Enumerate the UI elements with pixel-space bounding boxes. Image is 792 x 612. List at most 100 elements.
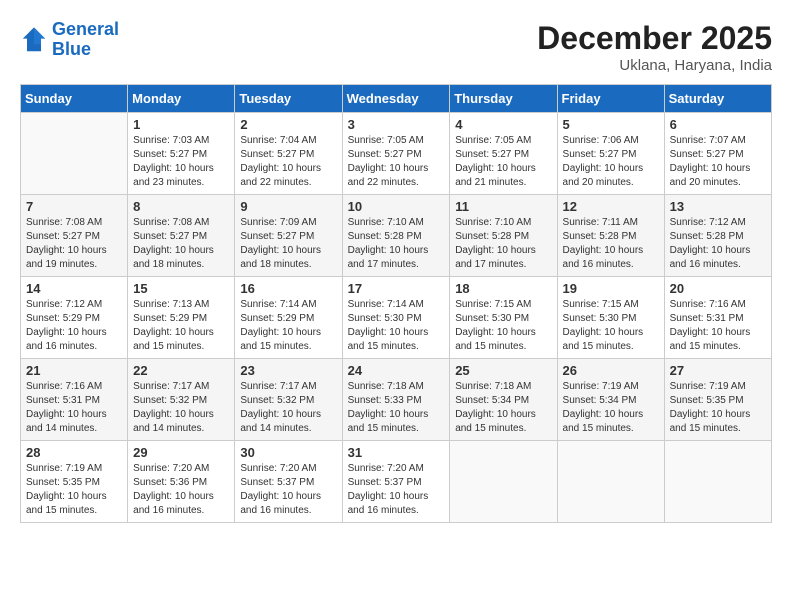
day-info: Sunrise: 7:13 AMSunset: 5:29 PMDaylight:… bbox=[133, 298, 229, 354]
day-info: Sunrise: 7:19 AMSunset: 5:35 PMDaylight:… bbox=[26, 462, 122, 518]
day-number: 1 bbox=[133, 117, 229, 132]
day-number: 27 bbox=[670, 363, 766, 378]
day-cell: 23 Sunrise: 7:17 AMSunset: 5:32 PMDayligh… bbox=[235, 359, 342, 441]
week-row-1: 1 Sunrise: 7:03 AMSunset: 5:27 PMDaylight… bbox=[21, 113, 772, 195]
day-info: Sunrise: 7:20 AMSunset: 5:37 PMDaylight:… bbox=[348, 462, 445, 518]
day-info: Sunrise: 7:19 AMSunset: 5:34 PMDaylight:… bbox=[563, 380, 659, 436]
logo: General Blue bbox=[20, 20, 119, 60]
page-header: General Blue December 2025 Uklana, Harya… bbox=[20, 20, 772, 74]
calendar-table: SundayMondayTuesdayWednesdayThursdayFrid… bbox=[20, 84, 772, 523]
day-cell: 18Sunrise: 7:15 AMSunset: 5:30 PMDayligh… bbox=[450, 277, 557, 359]
header-monday: Monday bbox=[128, 85, 235, 113]
day-info: Sunrise: 7:19 AMSunset: 5:35 PMDaylight:… bbox=[670, 380, 766, 436]
header-wednesday: Wednesday bbox=[342, 85, 450, 113]
day-cell bbox=[21, 113, 128, 195]
day-info: Sunrise: 7:04 AMSunset: 5:27 PMDaylight:… bbox=[240, 134, 336, 190]
header-saturday: Saturday bbox=[664, 85, 771, 113]
day-number: 8 bbox=[133, 199, 229, 214]
day-number: 22 bbox=[133, 363, 229, 378]
day-number: 3 bbox=[348, 117, 445, 132]
week-row-5: 28 Sunrise: 7:19 AMSunset: 5:35 PMDayligh… bbox=[21, 441, 772, 523]
day-info: Sunrise: 7:10 AMSunset: 5:28 PMDaylight:… bbox=[455, 216, 551, 272]
day-cell: 9 Sunrise: 7:09 AMSunset: 5:27 PMDaylight… bbox=[235, 195, 342, 277]
week-row-3: 14 Sunrise: 7:12 AMSunset: 5:29 PMDayligh… bbox=[21, 277, 772, 359]
day-number: 20 bbox=[670, 281, 766, 296]
day-number: 6 bbox=[670, 117, 766, 132]
day-number: 17 bbox=[348, 281, 445, 296]
day-cell: 3 Sunrise: 7:05 AMSunset: 5:27 PMDaylight… bbox=[342, 113, 450, 195]
day-cell: 24 Sunrise: 7:18 AMSunset: 5:33 PMDayligh… bbox=[342, 359, 450, 441]
header-thursday: Thursday bbox=[450, 85, 557, 113]
day-cell: 28 Sunrise: 7:19 AMSunset: 5:35 PMDayligh… bbox=[21, 441, 128, 523]
day-number: 9 bbox=[240, 199, 336, 214]
day-cell: 16 Sunrise: 7:14 AMSunset: 5:29 PMDayligh… bbox=[235, 277, 342, 359]
day-info: Sunrise: 7:17 AMSunset: 5:32 PMDaylight:… bbox=[240, 380, 336, 436]
day-info: Sunrise: 7:18 AMSunset: 5:33 PMDaylight:… bbox=[348, 380, 445, 436]
day-cell: 13Sunrise: 7:12 AMSunset: 5:28 PMDayligh… bbox=[664, 195, 771, 277]
day-number: 24 bbox=[348, 363, 445, 378]
day-info: Sunrise: 7:11 AMSunset: 5:28 PMDaylight:… bbox=[563, 216, 659, 272]
day-info: Sunrise: 7:15 AMSunset: 5:30 PMDaylight:… bbox=[455, 298, 551, 354]
day-info: Sunrise: 7:12 AMSunset: 5:28 PMDaylight:… bbox=[670, 216, 766, 272]
day-cell: 14 Sunrise: 7:12 AMSunset: 5:29 PMDayligh… bbox=[21, 277, 128, 359]
day-info: Sunrise: 7:14 AMSunset: 5:30 PMDaylight:… bbox=[348, 298, 445, 354]
day-info: Sunrise: 7:20 AMSunset: 5:37 PMDaylight:… bbox=[240, 462, 336, 518]
header-sunday: Sunday bbox=[21, 85, 128, 113]
day-info: Sunrise: 7:16 AMSunset: 5:31 PMDaylight:… bbox=[26, 380, 122, 436]
day-cell bbox=[557, 441, 664, 523]
day-number: 16 bbox=[240, 281, 336, 296]
day-number: 31 bbox=[348, 445, 445, 460]
day-cell: 22Sunrise: 7:17 AMSunset: 5:32 PMDayligh… bbox=[128, 359, 235, 441]
day-cell: 1 Sunrise: 7:03 AMSunset: 5:27 PMDaylight… bbox=[128, 113, 235, 195]
day-cell: 19 Sunrise: 7:15 AMSunset: 5:30 PMDayligh… bbox=[557, 277, 664, 359]
day-cell: 2Sunrise: 7:04 AMSunset: 5:27 PMDaylight… bbox=[235, 113, 342, 195]
day-number: 28 bbox=[26, 445, 122, 460]
day-info: Sunrise: 7:16 AMSunset: 5:31 PMDaylight:… bbox=[670, 298, 766, 354]
day-number: 4 bbox=[455, 117, 551, 132]
day-cell: 5Sunrise: 7:06 AMSunset: 5:27 PMDaylight… bbox=[557, 113, 664, 195]
day-cell: 6 Sunrise: 7:07 AMSunset: 5:27 PMDaylight… bbox=[664, 113, 771, 195]
day-info: Sunrise: 7:06 AMSunset: 5:27 PMDaylight:… bbox=[563, 134, 659, 190]
day-cell: 8 Sunrise: 7:08 AMSunset: 5:27 PMDaylight… bbox=[128, 195, 235, 277]
day-cell: 30Sunrise: 7:20 AMSunset: 5:37 PMDayligh… bbox=[235, 441, 342, 523]
logo-icon bbox=[20, 26, 48, 54]
logo-text: General Blue bbox=[52, 20, 119, 60]
day-cell: 27 Sunrise: 7:19 AMSunset: 5:35 PMDayligh… bbox=[664, 359, 771, 441]
day-cell: 10Sunrise: 7:10 AMSunset: 5:28 PMDayligh… bbox=[342, 195, 450, 277]
day-info: Sunrise: 7:05 AMSunset: 5:27 PMDaylight:… bbox=[455, 134, 551, 190]
day-cell: 7 Sunrise: 7:08 AMSunset: 5:27 PMDaylight… bbox=[21, 195, 128, 277]
day-info: Sunrise: 7:14 AMSunset: 5:29 PMDaylight:… bbox=[240, 298, 336, 354]
day-cell: 17 Sunrise: 7:14 AMSunset: 5:30 PMDayligh… bbox=[342, 277, 450, 359]
day-number: 14 bbox=[26, 281, 122, 296]
day-info: Sunrise: 7:18 AMSunset: 5:34 PMDaylight:… bbox=[455, 380, 551, 436]
week-row-2: 7 Sunrise: 7:08 AMSunset: 5:27 PMDaylight… bbox=[21, 195, 772, 277]
day-cell: 20 Sunrise: 7:16 AMSunset: 5:31 PMDayligh… bbox=[664, 277, 771, 359]
day-cell: 12 Sunrise: 7:11 AMSunset: 5:28 PMDayligh… bbox=[557, 195, 664, 277]
day-number: 23 bbox=[240, 363, 336, 378]
day-cell: 29Sunrise: 7:20 AMSunset: 5:36 PMDayligh… bbox=[128, 441, 235, 523]
day-info: Sunrise: 7:09 AMSunset: 5:27 PMDaylight:… bbox=[240, 216, 336, 272]
day-info: Sunrise: 7:20 AMSunset: 5:36 PMDaylight:… bbox=[133, 462, 229, 518]
location: Uklana, Haryana, India bbox=[537, 57, 772, 74]
day-cell bbox=[450, 441, 557, 523]
day-info: Sunrise: 7:05 AMSunset: 5:27 PMDaylight:… bbox=[348, 134, 445, 190]
day-info: Sunrise: 7:08 AMSunset: 5:27 PMDaylight:… bbox=[133, 216, 229, 272]
day-info: Sunrise: 7:07 AMSunset: 5:27 PMDaylight:… bbox=[670, 134, 766, 190]
day-cell: 11Sunrise: 7:10 AMSunset: 5:28 PMDayligh… bbox=[450, 195, 557, 277]
calendar-header-row: SundayMondayTuesdayWednesdayThursdayFrid… bbox=[21, 85, 772, 113]
day-cell: 21Sunrise: 7:16 AMSunset: 5:31 PMDayligh… bbox=[21, 359, 128, 441]
day-cell: 26Sunrise: 7:19 AMSunset: 5:34 PMDayligh… bbox=[557, 359, 664, 441]
day-cell: 4 Sunrise: 7:05 AMSunset: 5:27 PMDaylight… bbox=[450, 113, 557, 195]
day-cell bbox=[664, 441, 771, 523]
day-number: 7 bbox=[26, 199, 122, 214]
day-info: Sunrise: 7:12 AMSunset: 5:29 PMDaylight:… bbox=[26, 298, 122, 354]
day-number: 19 bbox=[563, 281, 659, 296]
day-info: Sunrise: 7:03 AMSunset: 5:27 PMDaylight:… bbox=[133, 134, 229, 190]
day-number: 25 bbox=[455, 363, 551, 378]
title-block: December 2025 Uklana, Haryana, India bbox=[537, 20, 772, 74]
day-info: Sunrise: 7:08 AMSunset: 5:27 PMDaylight:… bbox=[26, 216, 122, 272]
month-title: December 2025 bbox=[537, 20, 772, 57]
day-number: 12 bbox=[563, 199, 659, 214]
day-info: Sunrise: 7:15 AMSunset: 5:30 PMDaylight:… bbox=[563, 298, 659, 354]
day-info: Sunrise: 7:10 AMSunset: 5:28 PMDaylight:… bbox=[348, 216, 445, 272]
